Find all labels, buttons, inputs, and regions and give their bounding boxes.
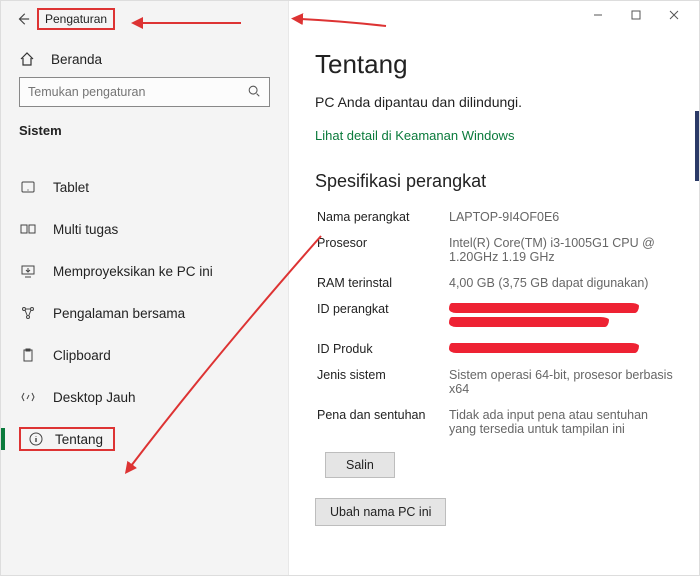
spec-key: ID Produk [317, 342, 447, 366]
maximize-button[interactable] [617, 3, 655, 27]
nav-label: Memproyeksikan ke PC ini [53, 264, 213, 279]
home-icon [19, 51, 37, 67]
spec-key: ID perangkat [317, 302, 447, 340]
tablet-icon [19, 179, 37, 195]
sidebar-item-project[interactable]: Memproyeksikan ke PC ini [19, 250, 270, 292]
spec-value: 4,00 GB (3,75 GB dapat digunakan) [449, 276, 677, 300]
search-input-container[interactable] [19, 77, 270, 107]
copy-button[interactable]: Salin [325, 452, 395, 478]
spec-row-processor: Prosesor Intel(R) Core(TM) i3-1005G1 CPU… [317, 236, 677, 274]
settings-sidebar: Pengaturan Beranda Sistem Tablet M [1, 1, 289, 575]
main-content: Tentang PC Anda dipantau dan dilindungi.… [289, 1, 699, 575]
sidebar-item-tablet[interactable]: Tablet [19, 166, 270, 208]
spec-heading: Spesifikasi perangkat [315, 171, 679, 192]
about-icon [27, 431, 45, 447]
protection-status: PC Anda dipantau dan dilindungi. [315, 94, 679, 110]
spec-row-device-name: Nama perangkat LAPTOP-9I4OF0E6 [317, 210, 677, 234]
nav-label: Pengalaman bersama [53, 306, 185, 321]
nav-label: Desktop Jauh [53, 390, 136, 405]
sidebar-item-remote[interactable]: Desktop Jauh [19, 376, 270, 418]
spec-row-pen-touch: Pena dan sentuhan Tidak ada input pena a… [317, 408, 677, 446]
sidebar-item-shared[interactable]: Pengalaman bersama [19, 292, 270, 334]
scrollbar[interactable] [695, 111, 699, 181]
nav-label: Tentang [55, 432, 103, 447]
spec-value: LAPTOP-9I4OF0E6 [449, 210, 677, 234]
search-input[interactable] [28, 85, 247, 99]
spec-row-ram: RAM terinstal 4,00 GB (3,75 GB dapat dig… [317, 276, 677, 300]
spec-value: Tidak ada input pena atau sentuhan yang … [449, 408, 677, 446]
spec-value-redacted [449, 302, 677, 340]
back-button[interactable] [13, 9, 33, 29]
shared-icon [19, 305, 37, 321]
search-icon [247, 84, 261, 101]
remote-icon [19, 389, 37, 405]
close-button[interactable] [655, 3, 693, 27]
project-icon [19, 263, 37, 279]
sidebar-item-multitask[interactable]: Multi tugas [19, 208, 270, 250]
multitask-icon [19, 221, 37, 237]
window-controls [579, 3, 693, 27]
security-link[interactable]: Lihat detail di Keamanan Windows [315, 128, 679, 143]
clipboard-icon [19, 347, 37, 363]
sidebar-home[interactable]: Beranda [19, 51, 270, 67]
nav-label: Multi tugas [53, 222, 118, 237]
spec-key: Nama perangkat [317, 210, 447, 234]
spec-row-device-id: ID perangkat [317, 302, 677, 340]
spec-value: Intel(R) Core(TM) i3-1005G1 CPU @ 1.20GH… [449, 236, 677, 274]
minimize-button[interactable] [579, 3, 617, 27]
nav-label: Clipboard [53, 348, 111, 363]
spec-key: Prosesor [317, 236, 447, 274]
spec-key: Pena dan sentuhan [317, 408, 447, 446]
spec-table: Nama perangkat LAPTOP-9I4OF0E6 Prosesor … [315, 208, 679, 448]
home-label: Beranda [51, 52, 102, 67]
page-title: Tentang [315, 49, 679, 80]
spec-value-redacted [449, 342, 677, 366]
spec-row-system-type: Jenis sistem Sistem operasi 64-bit, pros… [317, 368, 677, 406]
nav-label: Tablet [53, 180, 89, 195]
spec-row-product-id: ID Produk [317, 342, 677, 366]
rename-pc-button[interactable]: Ubah nama PC ini [315, 498, 446, 526]
sidebar-item-about[interactable]: Tentang [19, 418, 270, 460]
spec-key: Jenis sistem [317, 368, 447, 406]
section-label: Sistem [19, 123, 270, 138]
app-title: Pengaturan [37, 8, 115, 30]
spec-value: Sistem operasi 64-bit, prosesor berbasis… [449, 368, 677, 406]
spec-key: RAM terinstal [317, 276, 447, 300]
sidebar-item-clipboard[interactable]: Clipboard [19, 334, 270, 376]
